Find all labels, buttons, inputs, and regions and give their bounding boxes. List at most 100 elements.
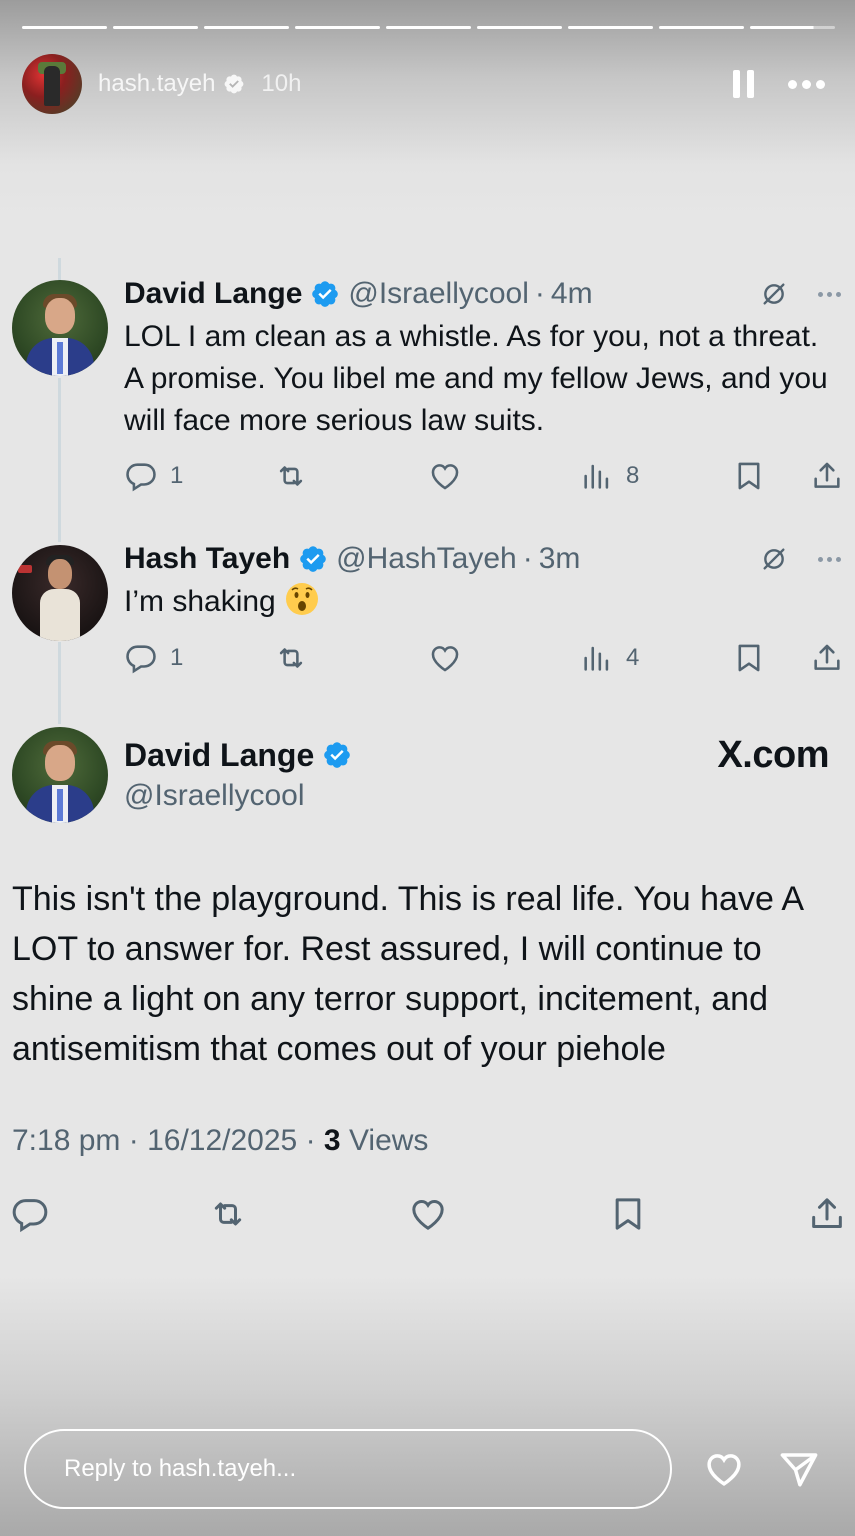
reply-button[interactable]: 1 (124, 459, 183, 493)
views-count: 8 (626, 462, 640, 489)
tweet-text: I’m shaking (124, 585, 276, 618)
thread-line (58, 258, 61, 280)
reply-placeholder: Reply to hash.tayeh... (64, 1455, 297, 1482)
separator-dot: · (534, 277, 545, 310)
progress-segment (659, 26, 744, 29)
separator-dot: · (522, 542, 533, 575)
reply-icon (124, 459, 158, 493)
heart-icon (408, 1194, 448, 1234)
retweet-button[interactable] (274, 459, 308, 493)
tweet-1[interactable]: David Lange @Israellycool · 4m LOL I am … (124, 276, 841, 442)
retweet-button[interactable] (274, 641, 308, 675)
heart-icon (428, 459, 462, 493)
story-avatar[interactable] (22, 54, 82, 114)
main-tweet-meta: 7:18 pm · 16/12/2025 · 3 Views (12, 1124, 428, 1158)
x-com-logo: X.com (717, 733, 829, 776)
separator-dot: · (305, 1124, 324, 1157)
tweet-more-icon[interactable] (818, 291, 841, 297)
more-icon[interactable] (788, 79, 825, 89)
tweet-date[interactable]: 16/12/2025 (147, 1124, 297, 1157)
tweet-header: Hash Tayeh @HashTayeh · 3m (124, 541, 841, 577)
bookmark-button[interactable] (732, 641, 766, 675)
reply-count: 1 (170, 644, 184, 671)
send-icon[interactable] (776, 1448, 822, 1490)
tweet-time[interactable]: 7:18 pm (12, 1124, 120, 1157)
verified-badge-icon (298, 544, 328, 574)
heart-icon[interactable] (702, 1448, 746, 1490)
tweet-author-name[interactable]: David Lange (124, 277, 302, 311)
views-count: 3 (323, 1124, 341, 1157)
story-header: hash.tayeh 10h (22, 54, 825, 114)
story-controls (733, 70, 825, 98)
main-author-handle[interactable]: @Israellycool (124, 779, 829, 813)
share-icon (810, 641, 844, 675)
retweet-icon (274, 459, 308, 493)
tweet-author-handle[interactable]: @HashTayeh (336, 542, 517, 576)
retweet-icon (208, 1194, 248, 1234)
main-tweet-text: This isn't the playground. This is real … (12, 880, 803, 1068)
tweet-2[interactable]: Hash Tayeh @HashTayeh · 3m I’m shaking (124, 541, 841, 623)
bookmark-icon (608, 1194, 648, 1234)
main-author-name[interactable]: David Lange (124, 737, 314, 774)
retweet-icon (274, 641, 308, 675)
verified-badge-icon (322, 740, 352, 770)
tweet-age[interactable]: 3m (539, 542, 581, 576)
reply-button[interactable] (10, 1194, 50, 1234)
story-username[interactable]: hash.tayeh (98, 70, 215, 98)
avatar-david-lange[interactable] (12, 280, 108, 376)
tweet-author-name[interactable]: Hash Tayeh (124, 542, 290, 576)
reply-icon (124, 641, 158, 675)
progress-segment (568, 26, 653, 29)
tweet-actions: 1 4 (124, 638, 843, 678)
bookmark-button[interactable] (608, 1194, 648, 1234)
progress-segment (477, 26, 562, 29)
views-button[interactable]: 4 (580, 641, 639, 675)
tweet-author-handle[interactable]: @Israellycool (348, 277, 529, 311)
like-button[interactable] (428, 641, 462, 675)
grok-icon[interactable] (758, 278, 790, 310)
progress-segment (295, 26, 380, 29)
views-icon (580, 641, 614, 675)
bookmark-button[interactable] (732, 459, 766, 493)
separator-dot: · (128, 1124, 148, 1157)
progress-segment-current (750, 26, 835, 29)
hushed-face-emoji (285, 583, 318, 615)
like-button[interactable] (428, 459, 462, 493)
avatar-hash-tayeh[interactable] (12, 545, 108, 641)
progress-segment (22, 26, 107, 29)
views-button[interactable]: 8 (580, 459, 639, 493)
retweet-button[interactable] (208, 1194, 248, 1234)
share-icon (807, 1194, 847, 1234)
tweet-actions: 1 8 (124, 456, 843, 496)
views-count: 4 (626, 644, 640, 671)
story-time-ago: 10h (261, 70, 302, 97)
share-button[interactable] (810, 459, 844, 493)
bookmark-icon (732, 459, 766, 493)
share-button[interactable] (807, 1194, 847, 1234)
avatar-david-lange[interactable] (12, 727, 108, 823)
views-icon (580, 459, 614, 493)
tweet-text-row: I’m shaking (124, 581, 841, 623)
tweet-text: LOL I am clean as a whistle. As for you,… (124, 320, 828, 437)
grok-icon[interactable] (758, 543, 790, 575)
tweet-header: David Lange @Israellycool · 4m (124, 276, 841, 312)
verified-icon (225, 74, 244, 94)
heart-icon (428, 641, 462, 675)
reply-button[interactable]: 1 (124, 641, 183, 675)
thread-line (58, 642, 61, 724)
verified-badge-icon (310, 279, 340, 309)
thread-line (58, 378, 61, 542)
tweet-more-icon[interactable] (818, 556, 841, 562)
share-button[interactable] (810, 641, 844, 675)
progress-segment (386, 26, 471, 29)
progress-segment (113, 26, 198, 29)
reply-count: 1 (170, 462, 184, 489)
main-tweet-header: David Lange X.com @Israellycool (124, 733, 829, 813)
tweet-age[interactable]: 4m (551, 277, 593, 311)
story-reply-input[interactable]: Reply to hash.tayeh... (24, 1429, 672, 1509)
pause-icon[interactable] (733, 70, 754, 98)
like-button[interactable] (408, 1194, 448, 1234)
main-tweet-actions (10, 1192, 847, 1238)
reply-icon (10, 1194, 50, 1234)
progress-segment (204, 26, 289, 29)
